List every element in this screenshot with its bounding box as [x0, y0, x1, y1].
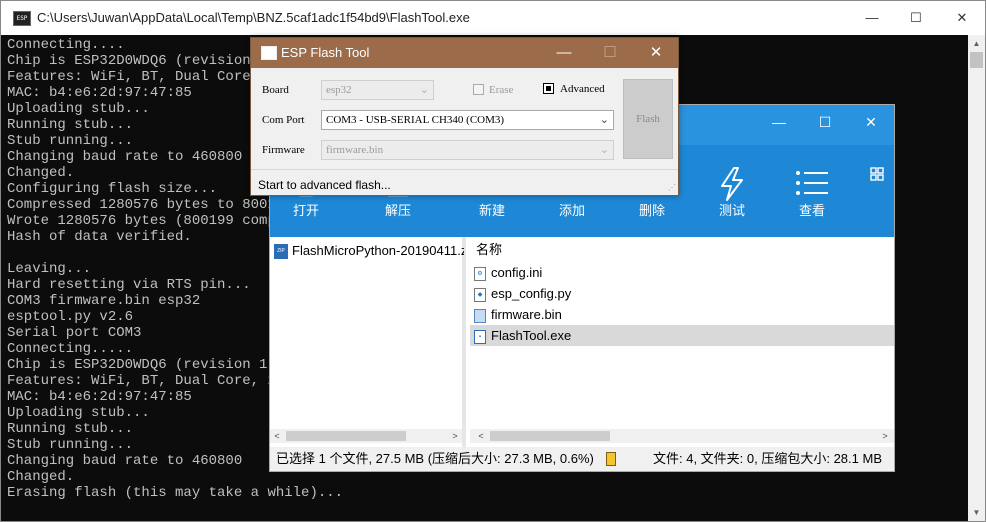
esp-app-icon: [261, 46, 277, 60]
archive-statusbar: 已选择 1 个文件, 27.5 MB (压缩后大小: 27.3 MB, 0.6%…: [270, 447, 894, 471]
archive-file-list: 名称 ⚙ config.ini ◆ esp_config.py firmware.b…: [470, 237, 894, 447]
console-maximize-button[interactable]: ☐: [893, 1, 939, 35]
file-list-hscrollbar[interactable]: < >: [470, 429, 894, 443]
firmware-value: firmware.bin: [326, 144, 384, 156]
com-port-select[interactable]: COM3 - USB-SERIAL CH340 (COM3) ⌄: [321, 110, 614, 130]
ini-file-icon: ⚙: [474, 266, 486, 281]
console-minimize-button[interactable]: —: [849, 1, 895, 35]
chevron-down-icon: ⌄: [419, 84, 429, 96]
console-title: C:\Users\Juwan\AppData\Local\Temp\BNZ.5c…: [37, 10, 470, 25]
resize-grip-icon[interactable]: ⋰: [666, 183, 676, 193]
erase-label: Erase: [489, 84, 514, 96]
com-port-value: COM3 - USB-SERIAL CH340 (COM3): [326, 114, 505, 126]
console-scroll-thumb[interactable]: [970, 52, 983, 68]
file-row[interactable]: ⚙ config.ini: [470, 262, 894, 283]
archive-tree-pane: ZIP FlashMicroPython-20190411.z < >: [270, 237, 466, 447]
grid-menu-icon[interactable]: [870, 167, 884, 181]
esp-title: ESP Flash Tool: [281, 45, 370, 60]
file-row[interactable]: firmware.bin: [470, 304, 894, 325]
tree-hscrollbar[interactable]: < >: [270, 429, 462, 443]
toolbar-open-label: 打开: [292, 203, 319, 218]
console-line: Erasing flash (this may take a while)...: [7, 485, 344, 501]
board-label: Board: [262, 84, 289, 96]
advanced-checkbox[interactable]: [543, 83, 554, 94]
tree-item-label: FlashMicroPython-20190411.z: [292, 243, 464, 258]
status-selection: 已选择 1 个文件, 27.5 MB (压缩后大小: 27.3 MB, 0.6%…: [276, 451, 594, 466]
archive-minimize-button[interactable]: —: [756, 105, 802, 139]
scroll-up-arrow-icon[interactable]: ▲: [968, 35, 985, 52]
toolbar-view-label: 查看: [798, 203, 825, 218]
chevron-down-icon: ⌄: [599, 144, 609, 156]
chevron-down-icon: ⌄: [599, 114, 609, 126]
board-select: esp32 ⌄: [321, 80, 434, 100]
zip-file-icon: ZIP: [274, 244, 288, 260]
firmware-select: firmware.bin ⌄: [321, 140, 614, 160]
exe-file-icon: ▪: [474, 329, 486, 344]
console-app-icon: ESP: [13, 11, 31, 26]
toolbar-view-button[interactable]: 查看: [782, 165, 842, 231]
scroll-down-arrow-icon[interactable]: ▼: [968, 504, 985, 521]
console-titlebar[interactable]: ESP C:\Users\Juwan\AppData\Local\Temp\BN…: [1, 1, 985, 35]
scroll-right-arrow-icon[interactable]: >: [878, 429, 892, 443]
file-name: FlashTool.exe: [491, 328, 572, 343]
scroll-left-arrow-icon[interactable]: <: [474, 429, 488, 443]
firmware-label: Firmware: [262, 144, 305, 156]
tree-item-archive[interactable]: ZIP FlashMicroPython-20190411.z: [274, 242, 464, 260]
console-scrollbar[interactable]: ▲ ▼: [968, 35, 985, 521]
python-file-icon: ◆: [474, 287, 486, 302]
toolbar-extract-label: 解压: [384, 203, 411, 218]
esp-maximize-button: ☐: [603, 44, 617, 61]
scroll-left-arrow-icon[interactable]: <: [270, 429, 284, 443]
tree-hscroll-thumb[interactable]: [286, 431, 406, 441]
file-list-hscroll-thumb[interactable]: [490, 431, 610, 441]
com-port-label: Com Port: [262, 114, 305, 126]
archive-status-icon: [606, 452, 616, 466]
board-value: esp32: [326, 84, 352, 96]
flash-button: Flash: [623, 79, 673, 159]
toolbar-delete-label: 删除: [638, 203, 665, 218]
toolbar-test-label: 测试: [718, 203, 745, 218]
lightning-icon: [702, 165, 762, 203]
file-row[interactable]: ◆ esp_config.py: [470, 283, 894, 304]
esp-close-button[interactable]: ✕: [633, 38, 679, 68]
esp-titlebar[interactable]: ESP Flash Tool — ☐ ✕: [251, 38, 678, 68]
file-name: config.ini: [491, 265, 543, 280]
toolbar-test-button[interactable]: 测试: [702, 165, 762, 231]
file-name: esp_config.py: [491, 286, 572, 301]
esp-flash-tool-window: ESP Flash Tool — ☐ ✕ Board esp32 ⌄ Erase…: [250, 37, 679, 196]
advanced-label[interactable]: Advanced: [560, 83, 605, 95]
console-close-button[interactable]: ✕: [939, 1, 985, 35]
column-header-name[interactable]: 名称: [476, 241, 502, 259]
toolbar-add-label: 添加: [558, 203, 585, 218]
scroll-right-arrow-icon[interactable]: >: [448, 429, 462, 443]
archive-maximize-button[interactable]: ☐: [802, 105, 848, 139]
esp-minimize-button[interactable]: —: [541, 38, 587, 68]
status-summary: 文件: 4, 文件夹: 0, 压缩包大小: 28.1 MB: [653, 451, 882, 466]
bin-file-icon: [474, 308, 486, 323]
file-row-selected[interactable]: ▪ FlashTool.exe: [470, 325, 894, 346]
erase-checkbox: [473, 84, 484, 95]
archive-close-button[interactable]: ✕: [848, 105, 894, 139]
list-view-icon: [782, 165, 842, 203]
file-name: firmware.bin: [491, 307, 562, 322]
toolbar-new-label: 新建: [478, 203, 505, 218]
esp-status-text: Start to advanced flash...: [258, 178, 391, 192]
esp-status-divider: [251, 169, 678, 170]
